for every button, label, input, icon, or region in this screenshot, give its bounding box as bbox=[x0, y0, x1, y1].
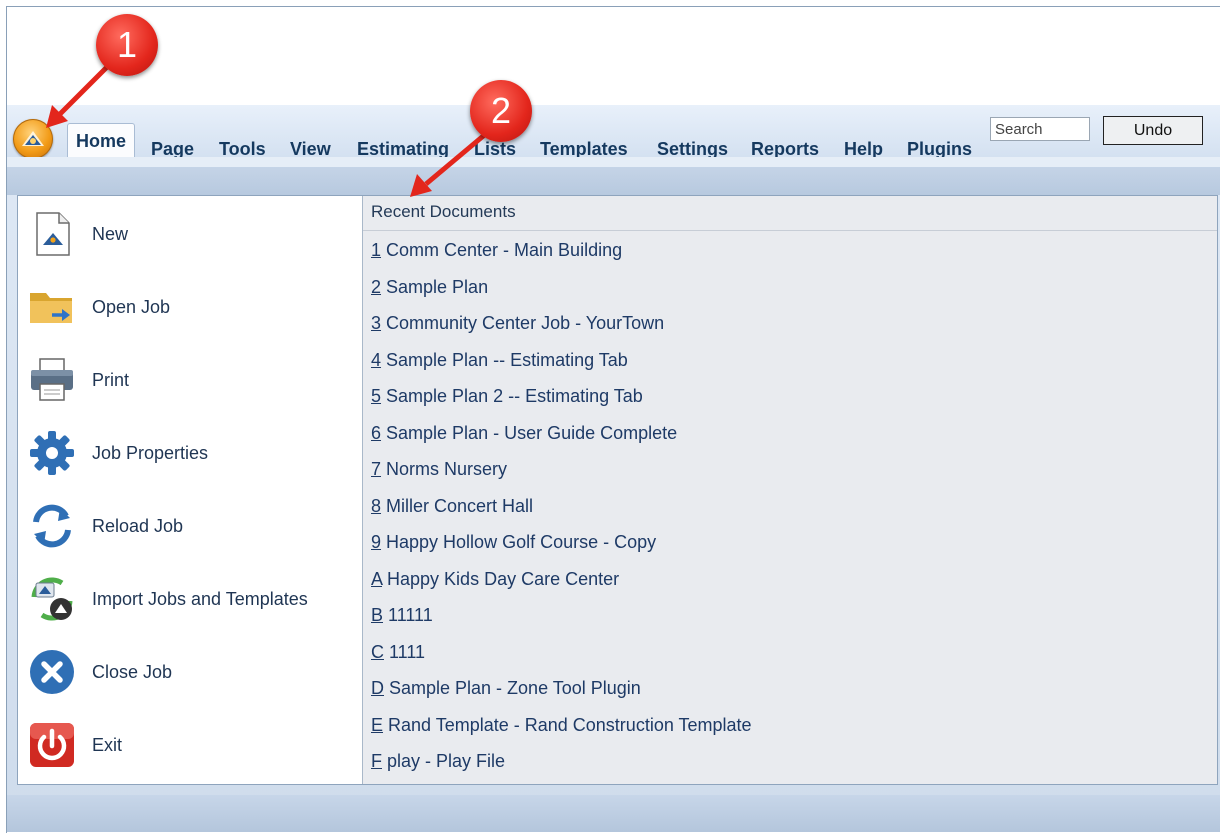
ribbon-panel bbox=[7, 167, 1220, 195]
gear-icon bbox=[30, 431, 74, 475]
recent-doc-key: 5 bbox=[371, 386, 382, 406]
recent-doc-name: 11111 bbox=[383, 605, 433, 625]
recent-doc-item[interactable]: E Rand Template - Rand Construction Temp… bbox=[371, 715, 752, 736]
recent-doc-key: 8 bbox=[371, 496, 382, 516]
undo-button[interactable]: Undo bbox=[1103, 116, 1203, 145]
recent-doc-key: 2 bbox=[371, 277, 382, 297]
recent-doc-item[interactable]: F play - Play File bbox=[371, 751, 505, 772]
recent-doc-name: Sample Plan - User Guide Complete bbox=[381, 423, 678, 443]
recent-doc-key: 9 bbox=[371, 532, 382, 552]
import-icon bbox=[31, 577, 73, 621]
recent-doc-item[interactable]: 3 Community Center Job - YourTown bbox=[371, 313, 664, 334]
menu-item-label: Import Jobs and Templates bbox=[92, 589, 308, 609]
tab-home[interactable]: Home bbox=[67, 123, 136, 158]
new-document-icon bbox=[36, 212, 70, 256]
search-input[interactable] bbox=[990, 117, 1090, 141]
callout-badge-2: 2 bbox=[470, 80, 532, 142]
ribbon: Home Page Tools View Estimating Lists Te… bbox=[6, 105, 1220, 832]
recent-doc-key: E bbox=[371, 715, 384, 735]
recent-doc-item[interactable]: 2 Sample Plan bbox=[371, 277, 488, 298]
menu-item-job-properties[interactable]: Job Properties bbox=[18, 419, 362, 485]
recent-doc-item[interactable]: 1 Comm Center - Main Building bbox=[371, 240, 622, 261]
ribbon-tab-bar: Home Page Tools View Estimating Lists Te… bbox=[7, 105, 1220, 159]
menu-item-print[interactable]: Print bbox=[18, 346, 362, 412]
recent-doc-name: 1111 bbox=[384, 642, 426, 662]
menu-item-new[interactable]: New bbox=[18, 200, 362, 266]
recent-doc-name: Sample Plan 2 -- Estimating Tab bbox=[381, 386, 643, 406]
recent-doc-name: play - Play File bbox=[382, 751, 506, 771]
recent-doc-item[interactable]: A Happy Kids Day Care Center bbox=[371, 569, 619, 590]
recent-documents-pane: Recent Documents 1 Comm Center - Main Bu… bbox=[363, 196, 1217, 784]
menu-item-close-job[interactable]: Close Job bbox=[18, 638, 362, 704]
recent-doc-name: Sample Plan -- Estimating Tab bbox=[381, 350, 628, 370]
recent-doc-name: Miller Concert Hall bbox=[381, 496, 534, 516]
recent-doc-key: 6 bbox=[371, 423, 382, 443]
menu-item-label: Close Job bbox=[92, 662, 173, 682]
recent-doc-key: B bbox=[371, 605, 384, 625]
recent-doc-item[interactable]: B 11111 bbox=[371, 605, 433, 626]
recent-doc-item[interactable]: C 1111 bbox=[371, 642, 425, 663]
power-icon bbox=[30, 723, 74, 767]
callout-badge-1: 1 bbox=[96, 14, 158, 76]
menu-item-reload-job[interactable]: Reload Job bbox=[18, 492, 362, 558]
recent-doc-item[interactable]: 5 Sample Plan 2 -- Estimating Tab bbox=[371, 386, 643, 407]
ribbon-strip bbox=[7, 157, 1220, 167]
divider bbox=[363, 230, 1217, 231]
recent-doc-key: 3 bbox=[371, 313, 382, 333]
menu-item-label: New bbox=[92, 224, 129, 244]
recent-doc-item[interactable]: 4 Sample Plan -- Estimating Tab bbox=[371, 350, 628, 371]
menu-item-exit[interactable]: Exit bbox=[18, 711, 362, 777]
status-bar bbox=[7, 795, 1220, 832]
recent-doc-name: Sample Plan bbox=[381, 277, 489, 297]
application-menu: New Open Job Print Job Properties Reload… bbox=[17, 195, 1218, 785]
recent-doc-item[interactable]: 7 Norms Nursery bbox=[371, 459, 507, 480]
recent-doc-name: Rand Template - Rand Construction Templa… bbox=[383, 715, 752, 735]
menu-item-open-job[interactable]: Open Job bbox=[18, 273, 362, 339]
menu-item-import-jobs[interactable]: Import Jobs and Templates bbox=[18, 565, 362, 631]
app-menu-button[interactable] bbox=[13, 119, 53, 159]
menu-item-label: Exit bbox=[92, 735, 123, 755]
menu-item-label: Job Properties bbox=[92, 443, 209, 463]
close-circle-icon bbox=[30, 650, 74, 694]
recent-doc-key: A bbox=[371, 569, 383, 589]
menu-item-label: Print bbox=[92, 370, 130, 390]
recent-doc-key: 1 bbox=[371, 240, 382, 260]
open-folder-icon bbox=[30, 293, 72, 323]
recent-documents-title: Recent Documents bbox=[371, 202, 516, 221]
recent-doc-key: 4 bbox=[371, 350, 382, 370]
recent-doc-key: C bbox=[371, 642, 384, 662]
app-orb-icon bbox=[22, 131, 44, 146]
recent-doc-name: Comm Center - Main Building bbox=[381, 240, 623, 260]
recent-doc-item[interactable]: 8 Miller Concert Hall bbox=[371, 496, 533, 517]
menu-commands: New Open Job Print Job Properties Reload… bbox=[18, 196, 363, 784]
reload-icon bbox=[33, 504, 71, 548]
recent-doc-name: Happy Hollow Golf Course - Copy bbox=[381, 532, 657, 552]
recent-doc-item[interactable]: D Sample Plan - Zone Tool Plugin bbox=[371, 678, 641, 699]
menu-item-label: Reload Job bbox=[92, 516, 184, 536]
menu-item-label: Open Job bbox=[92, 297, 171, 317]
recent-doc-key: F bbox=[371, 751, 382, 771]
recent-doc-item[interactable]: 9 Happy Hollow Golf Course - Copy bbox=[371, 532, 656, 553]
printer-icon bbox=[31, 358, 73, 401]
recent-doc-name: Norms Nursery bbox=[381, 459, 508, 479]
recent-doc-name: Community Center Job - YourTown bbox=[381, 313, 665, 333]
recent-doc-name: Sample Plan - Zone Tool Plugin bbox=[384, 678, 641, 698]
recent-doc-key: D bbox=[371, 678, 384, 698]
recent-doc-name: Happy Kids Day Care Center bbox=[382, 569, 620, 589]
recent-doc-item[interactable]: 6 Sample Plan - User Guide Complete bbox=[371, 423, 677, 444]
recent-doc-key: 7 bbox=[371, 459, 382, 479]
